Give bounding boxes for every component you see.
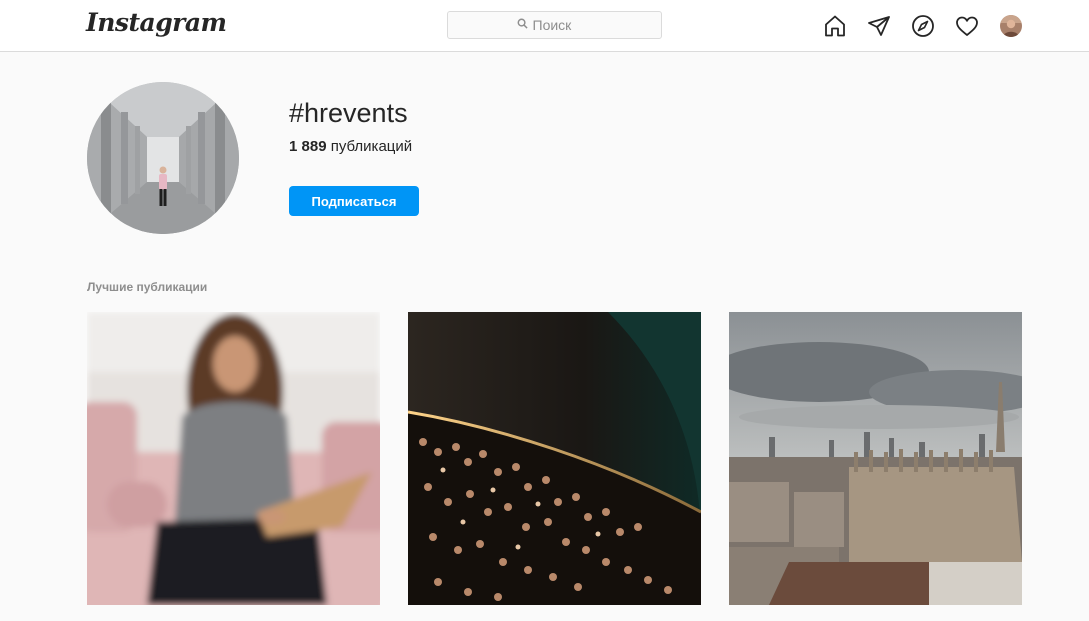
top-post-1[interactable] <box>87 312 380 605</box>
profile-avatar[interactable] <box>998 13 1024 39</box>
post-count-number: 1 889 <box>289 138 327 155</box>
search-input[interactable] <box>532 17 593 33</box>
top-post-2[interactable] <box>408 312 701 605</box>
hashtag-title: #hrevents <box>289 98 408 128</box>
home-icon[interactable] <box>822 13 848 39</box>
post-count-label: публикаций <box>330 138 413 155</box>
top-nav: Instagram <box>0 0 1089 52</box>
search-box[interactable] <box>447 11 662 39</box>
top-posts-title: Лучшие публикации <box>87 280 208 294</box>
instagram-logo[interactable]: Instagram <box>86 8 227 37</box>
activity-heart-icon[interactable] <box>954 13 980 39</box>
top-post-3[interactable] <box>729 312 1022 605</box>
follow-button[interactable]: Подписаться <box>289 186 419 216</box>
direct-icon[interactable] <box>866 13 892 39</box>
post-count: 1 889 публикаций <box>289 138 412 155</box>
search-icon <box>517 16 528 34</box>
explore-icon[interactable] <box>910 13 936 39</box>
hashtag-avatar <box>87 82 239 234</box>
nav-icons <box>822 13 1024 39</box>
